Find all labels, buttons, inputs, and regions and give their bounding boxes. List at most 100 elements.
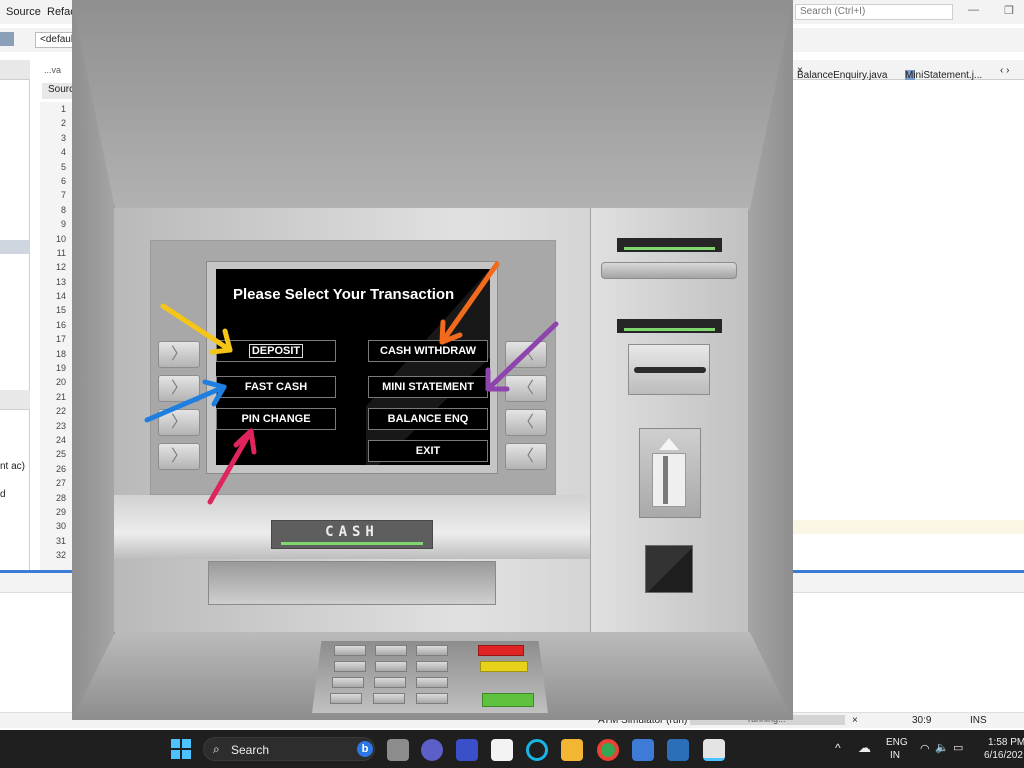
ide-search-input[interactable]: Search (Ctrl+I) <box>795 4 953 20</box>
deposit-button[interactable]: DEPOSIT <box>216 340 336 362</box>
menu-source[interactable]: Source <box>6 6 41 18</box>
cash-indicator-light <box>281 542 423 545</box>
side-key-right-4[interactable]: 〈 <box>505 443 547 470</box>
box-app-icon[interactable] <box>632 739 654 761</box>
side-key-left-2[interactable]: 〉 <box>158 375 200 402</box>
selected-row[interactable] <box>0 240 30 254</box>
teams-icon[interactable] <box>421 739 443 761</box>
battery-icon[interactable]: ▭ <box>953 741 963 754</box>
navigator-text: d <box>0 489 6 500</box>
side-key-right-2[interactable]: 〈 <box>505 375 547 402</box>
line-number-gutter: 1 2 3 4 5 6 7 8 9 10 11 12 13 14 15 16 17 18 19 20 21 22 23 24 2… <box>40 102 72 570</box>
pin-change-button[interactable]: PIN CHANGE <box>216 408 336 430</box>
receipt-printer-slot <box>617 319 722 333</box>
atm-screen: Please Select Your Transaction DEPOSIT C… <box>216 269 490 465</box>
chevron-up-icon[interactable]: ^ <box>835 741 841 755</box>
store-icon[interactable] <box>491 739 513 761</box>
system-tray: ^ ☁ ENG IN ◠ 🔈 ▭ 1:58 PM 6/16/202 <box>828 730 1024 768</box>
status-close-icon[interactable]: × <box>852 715 858 726</box>
keypad-key[interactable] <box>332 677 364 688</box>
keypad-key[interactable] <box>374 677 406 688</box>
line-number: 23 <box>55 420 66 431</box>
line-number: 18 <box>55 348 66 359</box>
java-app-icon[interactable] <box>703 739 725 761</box>
task-view-icon[interactable] <box>387 739 409 761</box>
tab-scroll-icon[interactable]: ‹ › <box>1000 65 1009 76</box>
keypad-key[interactable] <box>330 693 362 704</box>
clock-date[interactable]: 6/16/202 <box>984 750 1023 761</box>
language-line2[interactable]: IN <box>890 750 900 761</box>
keypad-key[interactable] <box>334 661 366 672</box>
line-number: 13 <box>55 276 66 287</box>
card-icon <box>652 453 686 507</box>
line-number: 26 <box>55 463 66 474</box>
enter-key[interactable] <box>482 693 534 707</box>
volume-icon[interactable]: 🔈 <box>935 741 949 754</box>
tab-label: BalanceEnquiry.java <box>797 70 888 81</box>
fast-cash-button[interactable]: FAST CASH <box>216 376 336 398</box>
keypad-key[interactable] <box>416 693 448 704</box>
line-number: 11 <box>56 247 66 258</box>
cash-tray <box>208 561 496 605</box>
file-explorer-icon[interactable] <box>561 739 583 761</box>
keypad-key[interactable] <box>416 645 448 656</box>
bing-icon[interactable]: b <box>357 741 373 757</box>
ide-app-icon[interactable] <box>456 739 478 761</box>
receipt-dispenser <box>628 344 710 395</box>
caret-position: 30:9 <box>912 715 932 726</box>
cash-label: CASH <box>325 524 379 540</box>
side-key-right-3[interactable]: 〈 <box>505 409 547 436</box>
side-key-left-1[interactable]: 〉 <box>158 341 200 368</box>
wifi-icon[interactable]: ◠ <box>920 742 930 755</box>
keypad-key[interactable] <box>416 677 448 688</box>
side-key-left-3[interactable]: 〉 <box>158 409 200 436</box>
keypad-key[interactable] <box>416 661 448 672</box>
exit-button[interactable]: EXIT <box>368 440 488 462</box>
netbeans-icon[interactable] <box>667 739 689 761</box>
card-reader-light <box>624 247 715 250</box>
cancel-key[interactable] <box>478 645 524 656</box>
line-number: 25 <box>55 449 66 460</box>
line-number: 10 <box>55 233 66 244</box>
keypad-key[interactable] <box>375 645 407 656</box>
line-number: 24 <box>55 434 66 445</box>
balance-enq-button[interactable]: BALANCE ENQ <box>368 408 488 430</box>
deposit-label: DEPOSIT <box>248 344 304 358</box>
screen-title: Please Select Your Transaction <box>233 286 455 303</box>
restore-icon[interactable]: ❐ <box>1004 4 1014 17</box>
line-number: 21 <box>55 391 66 402</box>
cash-withdraw-button[interactable]: CASH WITHDRAW <box>368 340 488 362</box>
card-insert-icon <box>639 428 701 518</box>
cloud-icon[interactable]: ☁ <box>858 740 871 756</box>
source-tab[interactable]: Source <box>42 83 72 99</box>
line-number: 17 <box>55 334 66 345</box>
line-number: 9 <box>60 219 66 230</box>
windows-start-icon[interactable] <box>171 739 191 759</box>
line-number: 1 <box>60 104 66 114</box>
side-key-right-1[interactable]: 〈 <box>505 341 547 368</box>
tab-balance-enquiry[interactable]: BalanceEnquiry.java × <box>797 65 887 81</box>
language-line1[interactable]: ENG <box>886 737 908 748</box>
navigator-text: nt ac) <box>0 461 26 472</box>
line-highlight <box>793 520 1024 534</box>
clock-time[interactable]: 1:58 PM <box>988 737 1024 748</box>
clear-key[interactable] <box>480 661 528 672</box>
config-combo[interactable]: <default <box>35 32 75 48</box>
deposit-slot-button[interactable] <box>645 545 693 593</box>
keypad-key[interactable] <box>375 661 407 672</box>
side-key-left-4[interactable]: 〉 <box>158 443 200 470</box>
cortana-icon[interactable] <box>526 739 548 761</box>
line-number: 27 <box>55 478 66 489</box>
line-number: 2 <box>60 118 66 129</box>
taskbar-search[interactable]: ⌕ Search b <box>203 737 375 761</box>
cash-dispenser: CASH <box>271 520 433 549</box>
line-number: 22 <box>55 406 66 417</box>
mini-statement-button[interactable]: MINI STATEMENT <box>368 376 488 398</box>
minimize-icon[interactable]: — <box>968 4 979 16</box>
line-number: 19 <box>55 363 66 374</box>
keypad-key[interactable] <box>373 693 405 704</box>
chrome-icon[interactable] <box>597 739 619 761</box>
editor-tab[interactable]: ...va <box>40 62 72 82</box>
keypad-key[interactable] <box>334 645 366 656</box>
toolbar-icon[interactable] <box>0 32 14 46</box>
